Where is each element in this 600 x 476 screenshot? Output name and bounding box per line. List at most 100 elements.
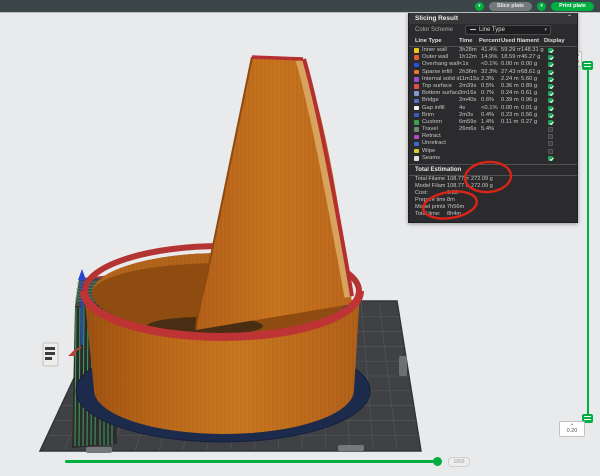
layer-slider-track[interactable] xyxy=(587,70,589,418)
line-type-label: Bottom surface xyxy=(422,90,459,97)
filament-weight-value: 0.00 g xyxy=(521,61,545,68)
display-checkbox[interactable] xyxy=(548,70,553,75)
percent-value: 41.4% xyxy=(481,47,501,54)
total-estimation-table: Total Filament: 108.77 m 272.09 g Model … xyxy=(409,176,577,218)
total-row-value-2: 272.09 g xyxy=(471,183,499,190)
filament-length-value: 0.00 m xyxy=(501,61,521,68)
line-type-dash-icon xyxy=(470,29,476,30)
table-row: Wipe xyxy=(409,148,577,155)
total-row-label: Prepare time: xyxy=(415,197,445,204)
total-row-value-1: 8h4m xyxy=(447,211,469,218)
layer-height-value: 0.20 xyxy=(560,428,584,435)
display-checkbox[interactable] xyxy=(548,98,553,103)
display-checkbox[interactable] xyxy=(548,84,553,89)
line-type-label: Wipe xyxy=(422,148,459,155)
line-type-color-swatch xyxy=(414,149,419,154)
percent-value: 14.9% xyxy=(481,54,501,61)
filament-weight-value: 68.61 g xyxy=(521,69,545,76)
line-type-color-swatch xyxy=(414,156,419,161)
percent-value: 0.5% xyxy=(481,83,501,90)
slice-dropdown-icon[interactable]: ▾ xyxy=(475,2,484,11)
display-checkbox[interactable] xyxy=(548,149,553,154)
display-checkbox[interactable] xyxy=(548,141,553,146)
print-plate-button[interactable]: Print plate xyxy=(551,2,594,11)
sliced-model[interactable] xyxy=(76,57,370,442)
table-row: Unretract xyxy=(409,140,577,147)
percent-value: <0.1% xyxy=(481,105,501,112)
color-scheme-select[interactable]: Line Type ▾ xyxy=(465,25,551,35)
display-checkbox[interactable] xyxy=(548,127,553,132)
time-value: 26m6s xyxy=(459,126,479,133)
print-dropdown-icon[interactable]: ▾ xyxy=(537,2,546,11)
table-row: Brim 2m3s 0.4% 0.23 m 0.56 g xyxy=(409,112,577,119)
percent-value: 1.4% xyxy=(481,119,501,126)
display-checkbox[interactable] xyxy=(548,62,553,67)
time-value: 11m15s xyxy=(459,76,479,83)
plate-tab xyxy=(399,356,407,376)
table-row: Bridge 2m40s 0.6% 0.39 m 0.96 g xyxy=(409,97,577,104)
total-row-value-1: 6.83 xyxy=(447,190,469,197)
line-type-label: Brim xyxy=(422,112,459,119)
slicing-result-panel: Slicing Result ⌃ Color Scheme Line Type … xyxy=(408,12,578,223)
filament-length-value: 0.00 m xyxy=(501,105,521,112)
filament-length-value: 0.11 m xyxy=(501,119,521,126)
filament-length-value: 0.23 m xyxy=(501,112,521,119)
filament-length-value: 18.59 m xyxy=(501,54,521,61)
filament-length-value: 59.29 m xyxy=(501,47,521,54)
time-value: 2m39s xyxy=(459,83,479,90)
line-type-label: Top surface xyxy=(422,83,459,90)
col-display: Display xyxy=(544,38,565,44)
color-scheme-row: Color Scheme Line Type ▾ xyxy=(409,24,577,37)
display-checkbox[interactable] xyxy=(548,77,553,82)
line-type-label: Inner wall xyxy=(422,47,459,54)
total-row-label: Total time: xyxy=(415,211,445,218)
display-checkbox[interactable] xyxy=(548,120,553,125)
total-row-value-1: 108.77 m xyxy=(447,183,469,190)
move-slider-handle[interactable] xyxy=(433,457,442,466)
filament-length-value: 2.24 m xyxy=(501,76,521,83)
display-checkbox[interactable] xyxy=(548,156,553,161)
total-estimation-header: Total Estimation xyxy=(409,164,577,176)
panel-title: Slicing Result ⌃ xyxy=(409,13,577,24)
line-type-color-swatch xyxy=(414,142,419,147)
table-row: Overhang wall <1s <0.1% 0.00 m 0.00 g xyxy=(409,61,577,68)
line-type-color-swatch xyxy=(414,99,419,104)
table-row: Custom 6m59s 1.4% 0.11 m 0.27 g xyxy=(409,119,577,126)
line-type-color-swatch xyxy=(414,91,419,96)
table-row: Sparse infill 2h36m 32.3% 27.43 m 68.61 … xyxy=(409,69,577,76)
layer-slider-handle-top[interactable] xyxy=(582,61,593,70)
display-checkbox[interactable] xyxy=(548,55,553,60)
display-checkbox[interactable] xyxy=(548,113,553,118)
col-line-type: Line Type xyxy=(415,38,442,44)
display-checkbox[interactable] xyxy=(548,134,553,139)
total-row-value-1: 108.77 m xyxy=(447,176,469,183)
filament-weight-value: 148.31 g xyxy=(521,47,545,54)
filament-weight-value: 0.56 g xyxy=(521,112,545,119)
percent-value: 2.3% xyxy=(481,76,501,83)
col-percent: Percent xyxy=(479,38,500,44)
move-slider-track[interactable] xyxy=(65,460,437,463)
layer-height-box: + 0.20 xyxy=(559,421,585,437)
table-row: Gap infill 4s <0.1% 0.00 m 0.01 g xyxy=(409,105,577,112)
line-type-label: Custom xyxy=(422,119,459,126)
color-scheme-value: Line Type xyxy=(479,27,505,33)
total-row-label: Total Filament: xyxy=(415,176,445,183)
total-row: Total Filament: 108.77 m 272.09 g xyxy=(409,176,577,183)
collapse-icon[interactable]: ⌃ xyxy=(567,13,572,23)
line-type-label: Overhang wall xyxy=(422,61,459,68)
display-checkbox[interactable] xyxy=(548,48,553,53)
time-value: 3h28m xyxy=(459,47,479,54)
slicer-window: ▾ Slice plate ▾ Print plate xyxy=(0,0,600,476)
model-fin xyxy=(196,57,352,330)
display-checkbox[interactable] xyxy=(548,91,553,96)
total-row-value-1: 8m xyxy=(447,197,469,204)
display-checkbox[interactable] xyxy=(548,106,553,111)
line-type-label: Outer wall xyxy=(422,54,459,61)
line-type-label: Retract xyxy=(422,133,459,140)
filament-weight-value: 46.27 g xyxy=(521,54,545,61)
line-type-color-swatch xyxy=(414,48,419,53)
slice-plate-button[interactable]: Slice plate xyxy=(489,2,532,11)
panel-title-text: Slicing Result xyxy=(415,15,458,22)
total-row-label: Model printing time: xyxy=(415,204,445,211)
plate-side-label xyxy=(43,343,58,366)
